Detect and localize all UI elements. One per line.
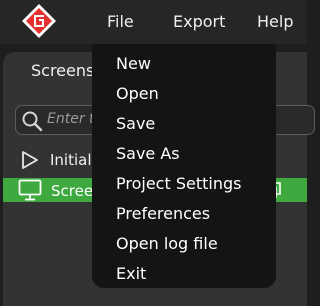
- search-icon: [22, 111, 43, 132]
- menu-export[interactable]: Export: [173, 12, 225, 32]
- monitor-icon: [18, 179, 42, 201]
- menu-item-preferences[interactable]: Preferences: [116, 204, 210, 224]
- menu-item-save[interactable]: Save: [116, 114, 155, 134]
- menu-item-exit[interactable]: Exit: [116, 264, 146, 284]
- menu-item-open-log-file[interactable]: Open log file: [116, 234, 218, 254]
- menu-item-save-as[interactable]: Save As: [116, 144, 180, 164]
- app-logo-icon: [22, 4, 56, 38]
- menu-item-open[interactable]: Open: [116, 84, 159, 104]
- play-icon: [22, 151, 38, 169]
- menu-item-project-settings[interactable]: Project Settings: [116, 174, 241, 194]
- menu-item-new[interactable]: New: [116, 54, 151, 74]
- menu-help[interactable]: Help: [257, 12, 293, 32]
- panel-title: Screens: [31, 61, 95, 80]
- menu-file[interactable]: File: [107, 12, 134, 32]
